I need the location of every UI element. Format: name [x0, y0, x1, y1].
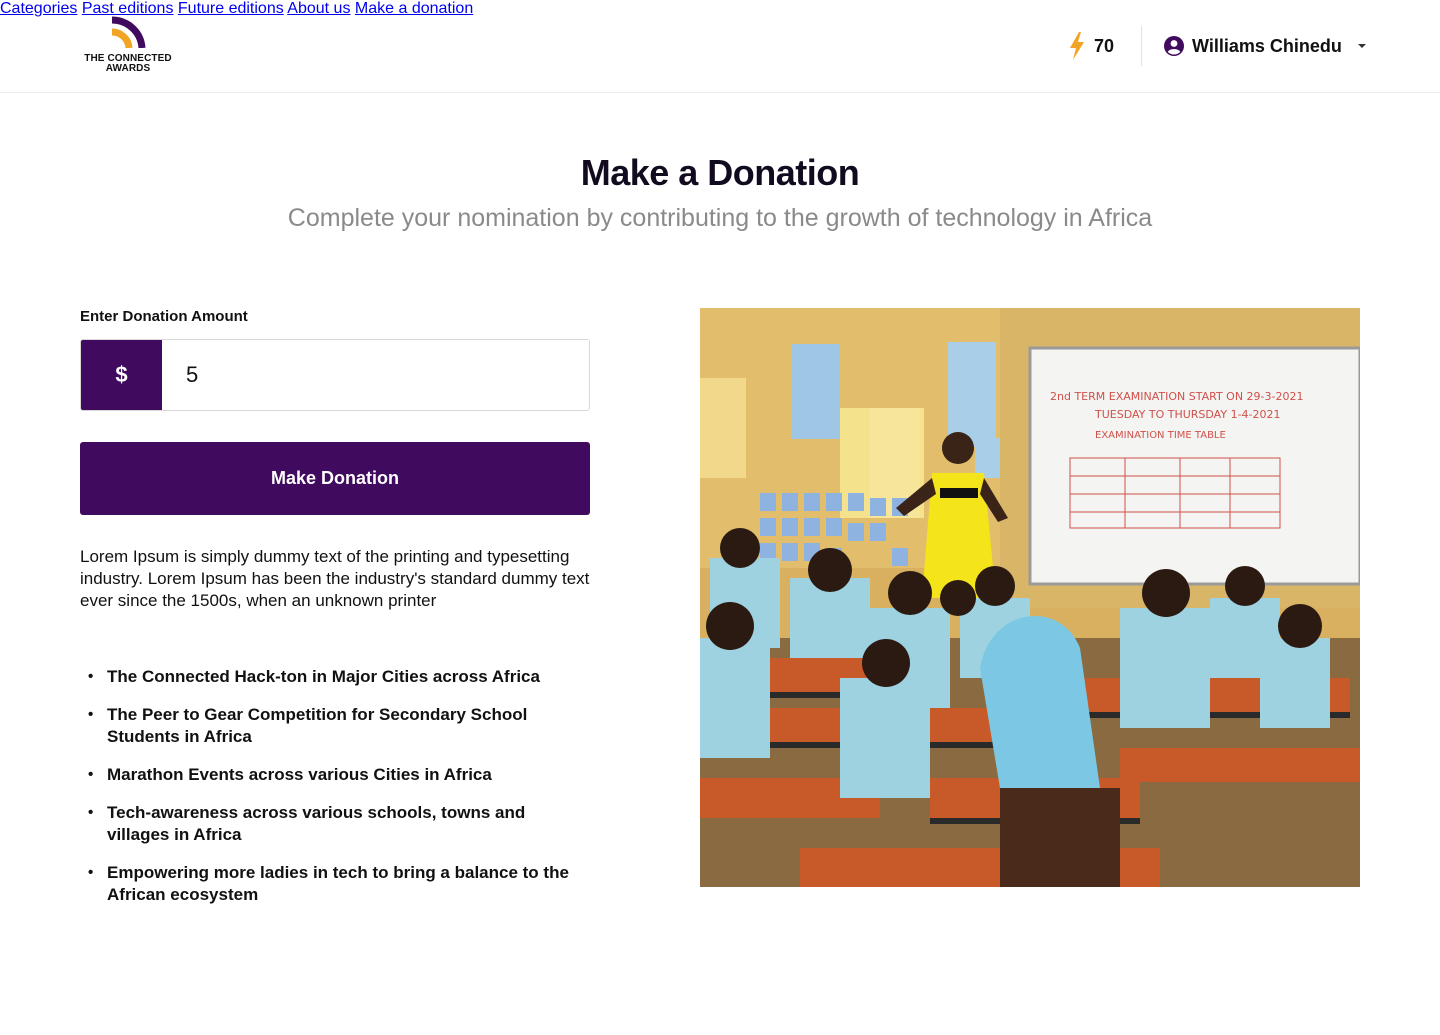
list-item: Tech-awareness across various schools, t…	[88, 802, 588, 846]
header-divider	[1141, 26, 1142, 66]
nav-categories[interactable]: Categories	[0, 0, 77, 17]
list-item: The Connected Hack-ton in Major Cities a…	[88, 666, 588, 688]
whiteboard-line-2: TUESDAY TO THURSDAY 1-4-2021	[1094, 408, 1281, 421]
caret-down-icon[interactable]	[1356, 42, 1368, 50]
user-circle-icon	[1164, 36, 1184, 56]
user-menu[interactable]: Williams Chinedu	[1164, 32, 1368, 60]
donation-description: Lorem Ipsum is simply dummy text of the …	[80, 547, 590, 610]
classroom-photo: 2nd TERM EXAMINATION START ON 29-3-2021 …	[700, 308, 1360, 887]
lightning-icon	[1070, 32, 1084, 60]
make-donation-button[interactable]: Make Donation	[80, 442, 590, 515]
donation-benefits-list: The Connected Hack-ton in Major Cities a…	[88, 666, 588, 922]
nav-make-a-donation[interactable]: Make a donation	[355, 0, 473, 17]
classroom-illustration: 2nd TERM EXAMINATION START ON 29-3-2021 …	[700, 308, 1360, 887]
nav-about-us[interactable]: About us	[287, 0, 350, 17]
points-count: 70	[1094, 35, 1115, 56]
points-indicator: 70	[1068, 30, 1114, 62]
donation-amount-field: $	[80, 339, 590, 411]
donation-amount-label: Enter Donation Amount	[80, 308, 248, 325]
whiteboard-line-1: 2nd TERM EXAMINATION START ON 29-3-2021	[1050, 390, 1303, 403]
logo-line-2: AWARDS	[105, 63, 151, 74]
logo-text: THE CONNECTED AWARDS	[80, 54, 176, 74]
whiteboard-line-3: EXAMINATION TIME TABLE	[1095, 430, 1226, 441]
top-navbar: THE CONNECTED AWARDS Categories Past edi…	[0, 0, 1440, 93]
list-item: The Peer to Gear Competition for Seconda…	[88, 704, 588, 748]
donation-amount-input[interactable]	[162, 340, 589, 410]
logo-arcs-icon	[111, 16, 146, 48]
page-title: Make a Donation	[580, 152, 860, 193]
nav-future-editions[interactable]: Future editions	[178, 0, 284, 17]
page-subtitle: Complete your nomination by contributing…	[287, 204, 1153, 232]
brand-logo[interactable]: THE CONNECTED AWARDS	[80, 14, 180, 76]
list-item: Empowering more ladies in tech to bring …	[88, 862, 588, 906]
user-name: Williams Chinedu	[1192, 35, 1342, 56]
currency-prefix: $	[81, 340, 162, 410]
list-item: Marathon Events across various Cities in…	[88, 764, 588, 786]
